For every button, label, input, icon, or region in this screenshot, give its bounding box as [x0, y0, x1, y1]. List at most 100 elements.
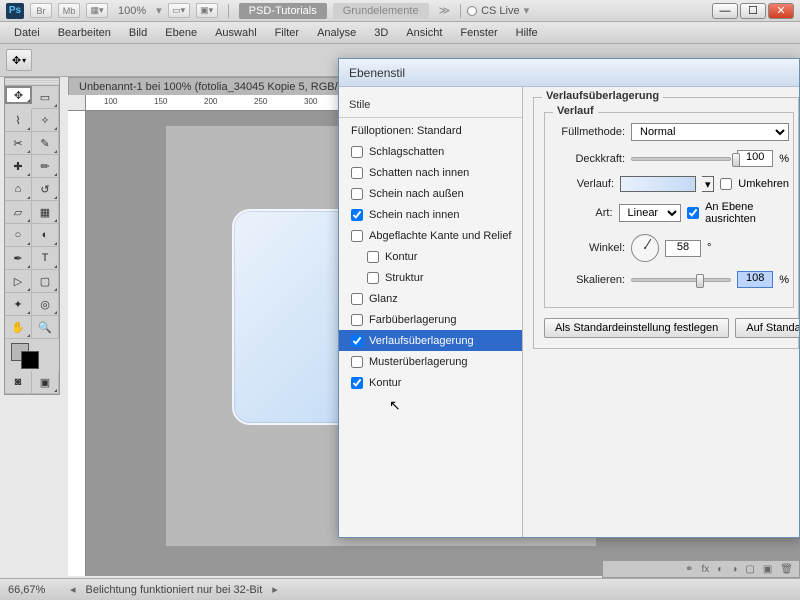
- marquee-tool[interactable]: ▭: [32, 86, 59, 109]
- bridge-button[interactable]: Br: [30, 3, 52, 18]
- style-checkbox[interactable]: [351, 335, 363, 347]
- shape-tool[interactable]: ▢: [32, 270, 59, 293]
- menu-ansicht[interactable]: Ansicht: [398, 25, 450, 41]
- type-tool[interactable]: T: [32, 247, 59, 270]
- cslive-button[interactable]: CS Live ▾: [467, 4, 529, 17]
- 3d-camera-tool[interactable]: ◎: [32, 293, 59, 316]
- style-row-struktur[interactable]: Struktur: [339, 267, 522, 288]
- menu-ebene[interactable]: Ebene: [157, 25, 205, 41]
- angle-dial[interactable]: [631, 234, 659, 262]
- zoom-display[interactable]: 100%: [118, 5, 146, 17]
- lasso-tool[interactable]: ⌇: [5, 109, 32, 132]
- style-checkbox[interactable]: [351, 293, 363, 305]
- history-brush-tool[interactable]: ↺: [32, 178, 59, 201]
- link-icon[interactable]: ⚭: [685, 564, 693, 575]
- blur-tool[interactable]: ○: [5, 224, 32, 247]
- style-row-kontur[interactable]: Kontur: [339, 372, 522, 393]
- dodge-tool[interactable]: ◐: [32, 224, 59, 247]
- eraser-tool[interactable]: ▱: [5, 201, 32, 224]
- style-checkbox[interactable]: [351, 314, 363, 326]
- stamp-tool[interactable]: ⌂: [5, 178, 32, 201]
- menu-bild[interactable]: Bild: [121, 25, 155, 41]
- style-row-farb-berlagerung[interactable]: Farbüberlagerung: [339, 309, 522, 330]
- scale-input[interactable]: 108: [737, 271, 773, 288]
- style-row-glanz[interactable]: Glanz: [339, 288, 522, 309]
- move-tool[interactable]: ✥: [5, 86, 32, 104]
- color-swatches[interactable]: [5, 339, 59, 371]
- menu-bearbeiten[interactable]: Bearbeiten: [50, 25, 119, 41]
- toolbox-grip[interactable]: [5, 78, 59, 86]
- dialog-titlebar[interactable]: Ebenenstil: [339, 59, 799, 87]
- style-row-schatten-nach-innen[interactable]: Schatten nach innen: [339, 162, 522, 183]
- hand-tool[interactable]: ✋: [5, 316, 32, 339]
- screenmode-tool[interactable]: ▣: [32, 371, 59, 394]
- style-row-muster-berlagerung[interactable]: Musterüberlagerung: [339, 351, 522, 372]
- fill-options-row[interactable]: Fülloptionen: Standard: [339, 120, 522, 141]
- chevron-double-right-icon[interactable]: ≫: [439, 4, 451, 17]
- background-swatch[interactable]: [21, 351, 39, 369]
- blend-mode-select[interactable]: Normal: [631, 123, 789, 141]
- minimize-button[interactable]: —: [712, 3, 738, 19]
- reverse-checkbox[interactable]: [720, 178, 732, 190]
- close-button[interactable]: ✕: [768, 3, 794, 19]
- ruler-vertical[interactable]: [68, 111, 86, 576]
- style-checkbox[interactable]: [351, 356, 363, 368]
- opacity-slider[interactable]: [631, 157, 731, 161]
- ruler-origin[interactable]: [68, 95, 86, 111]
- document-tab[interactable]: Unbenannt-1 bei 100% (fotolia_34045 Kopi…: [68, 77, 358, 95]
- mask-icon[interactable]: ◐: [717, 564, 723, 575]
- style-checkbox[interactable]: [367, 251, 379, 263]
- status-arrow-right-icon[interactable]: ▸: [270, 583, 280, 596]
- menu-3d[interactable]: 3D: [366, 25, 396, 41]
- trash-icon[interactable]: 🗑: [780, 564, 793, 575]
- screenmode-button[interactable]: ▣▾: [196, 3, 218, 18]
- style-checkbox[interactable]: [351, 188, 363, 200]
- align-checkbox[interactable]: [687, 207, 699, 219]
- scale-slider[interactable]: [631, 278, 731, 282]
- path-select-tool[interactable]: ▷: [5, 270, 32, 293]
- status-arrow-left-icon[interactable]: ◂: [68, 583, 78, 596]
- status-zoom[interactable]: 66,67%: [6, 583, 60, 597]
- fx-icon[interactable]: fx: [702, 564, 710, 575]
- angle-input[interactable]: 58: [665, 240, 701, 257]
- style-checkbox[interactable]: [367, 272, 379, 284]
- eyedropper-tool[interactable]: ✎: [32, 132, 59, 155]
- quickmask-button[interactable]: ◙: [5, 371, 32, 394]
- style-row-schein-nach-innen[interactable]: Schein nach innen: [339, 204, 522, 225]
- style-checkbox[interactable]: [351, 146, 363, 158]
- style-row-verlaufs-berlagerung[interactable]: Verlaufsüberlagerung: [339, 330, 522, 351]
- zoom-tool[interactable]: 🔍: [32, 316, 59, 339]
- chevron-down-icon[interactable]: ▾: [702, 176, 714, 192]
- maximize-button[interactable]: ☐: [740, 3, 766, 19]
- minibridge-button[interactable]: Mb: [58, 3, 80, 18]
- styles-header[interactable]: Stile: [339, 95, 522, 118]
- menu-fenster[interactable]: Fenster: [452, 25, 505, 41]
- brush-tool[interactable]: ✏: [32, 155, 59, 178]
- arrange-button[interactable]: ▭▾: [168, 3, 190, 18]
- adjustment-icon[interactable]: ◑: [731, 564, 737, 575]
- gradient-preview[interactable]: [620, 176, 696, 192]
- menu-datei[interactable]: Datei: [6, 25, 48, 41]
- style-checkbox[interactable]: [351, 167, 363, 179]
- menu-hilfe[interactable]: Hilfe: [508, 25, 546, 41]
- menu-analyse[interactable]: Analyse: [309, 25, 364, 41]
- folder-icon[interactable]: ▢: [745, 564, 754, 575]
- opacity-input[interactable]: 100: [737, 150, 773, 167]
- 3d-tool[interactable]: ✦: [5, 293, 32, 316]
- crop-tool[interactable]: ✂: [5, 132, 32, 155]
- menu-filter[interactable]: Filter: [267, 25, 307, 41]
- move-tool-preset-icon[interactable]: ✥▾: [6, 49, 32, 71]
- reset-default-button[interactable]: Auf Standardeinstellung zurücksetzen: [735, 318, 799, 338]
- workspace-chip-active[interactable]: PSD-Tutorials: [239, 3, 327, 19]
- style-checkbox[interactable]: [351, 209, 363, 221]
- make-default-button[interactable]: Als Standardeinstellung festlegen: [544, 318, 729, 338]
- workspace-chip[interactable]: Grundelemente: [333, 3, 429, 19]
- view-extras-button[interactable]: ▦▾: [86, 3, 108, 18]
- gradient-tool[interactable]: ▦: [32, 201, 59, 224]
- style-checkbox[interactable]: [351, 377, 363, 389]
- magic-wand-tool[interactable]: ✧: [32, 109, 59, 132]
- style-row-kontur[interactable]: Kontur: [339, 246, 522, 267]
- new-layer-icon[interactable]: ▣: [763, 564, 772, 575]
- style-type-select[interactable]: Linear: [619, 204, 682, 222]
- style-row-schlagschatten[interactable]: Schlagschatten: [339, 141, 522, 162]
